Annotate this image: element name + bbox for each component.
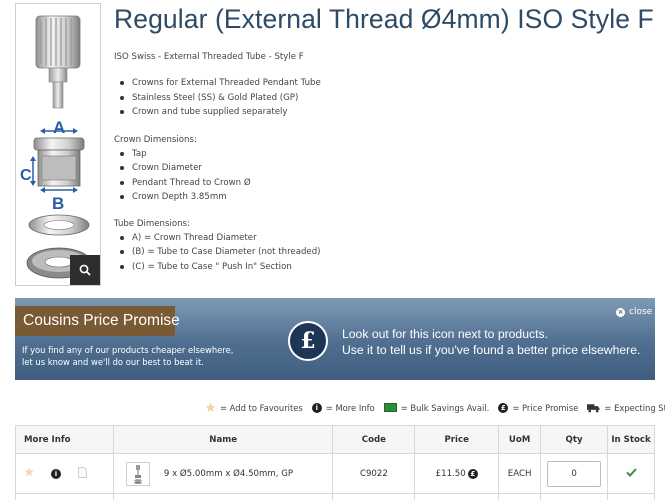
tube-dimension-item: (B) = Tube to Case Diameter (not threade… — [114, 245, 321, 259]
crown-dimensions-list: Tap Crown Diameter Pendant Thread to Cro… — [114, 147, 321, 205]
tube-dimensions-heading: Tube Dimensions: — [114, 218, 190, 229]
price-promise-subtext-line: let us know and we'll do our best to bea… — [22, 357, 204, 367]
star-icon — [205, 402, 216, 413]
legend-bulk-text: = Bulk Savings Avail. — [400, 402, 490, 413]
crown-dimensions-heading: Crown Dimensions: — [114, 134, 197, 145]
product-table: More Info Name Code Price UoM Qty In Sto… — [15, 425, 655, 500]
pound-icon[interactable]: £ — [467, 468, 478, 479]
legend-stock-text: = Expecting Stock — [604, 402, 665, 413]
price-value: £11.50 — [435, 468, 466, 479]
table-row — [15, 493, 655, 500]
label-c: C — [20, 167, 32, 184]
close-label: close — [629, 307, 653, 317]
table-header-row: More Info Name Code Price UoM Qty In Sto… — [15, 425, 655, 454]
column-header-price: Price — [414, 425, 500, 454]
legend-favourites: = Add to Favourites — [205, 402, 303, 413]
legend-bulk: = Bulk Savings Avail. — [383, 402, 490, 413]
feature-item: Crowns for External Threaded Pendant Tub… — [114, 76, 321, 90]
price-promise-subtext: If you find any of our products cheaper … — [22, 344, 233, 368]
price-promise-message-line: Use it to tell us if you've found a bett… — [342, 343, 641, 357]
price-promise-message-line: Look out for this icon next to products. — [342, 327, 548, 341]
page-title: Regular (External Thread Ø4mm) ISO Style… — [114, 4, 654, 34]
code-cell: C9022 — [332, 453, 416, 494]
tube-dimension-item: (C) = Tube to Case " Push In" Section — [114, 260, 321, 274]
tube-dimension-item: A) = Crown Thread Diameter — [114, 231, 321, 245]
crown-illustration: A C B — [20, 15, 92, 279]
price-promise-message: Look out for this icon next to products.… — [342, 326, 640, 358]
column-header-code: Code — [332, 425, 416, 454]
legend-price-promise-text: = Price Promise — [512, 402, 579, 413]
pound-icon: £ — [288, 321, 328, 361]
product-description: ISO Swiss - External Threaded Tube - Sty… — [114, 50, 321, 274]
close-banner-button[interactable]: × close — [616, 307, 652, 317]
zoom-button[interactable] — [70, 255, 100, 285]
in-stock-cell — [607, 453, 655, 494]
more-info-cell: i — [15, 453, 114, 494]
name-cell: 9 x Ø5.00mm x Ø4.50mm, GP — [112, 453, 334, 494]
tube-dimensions-list: A) = Crown Thread Diameter (B) = Tube to… — [114, 231, 321, 274]
uom-cell: EACH — [498, 453, 542, 494]
info-icon: i — [311, 402, 322, 413]
truck-icon — [587, 403, 600, 413]
label-b: B — [52, 194, 64, 213]
product-image: A C B — [15, 3, 101, 286]
product-name[interactable]: 9 x Ø5.00mm x Ø4.50mm, GP — [164, 469, 293, 479]
crown-dimension-item: Crown Depth 3.85mm — [114, 190, 321, 204]
legend-stock: = Expecting Stock — [587, 403, 665, 413]
info-icon[interactable]: i — [51, 468, 61, 479]
feature-list: Crowns for External Threaded Pendant Tub… — [114, 76, 321, 119]
legend-more-info-text: = More Info — [325, 402, 375, 413]
feature-item: Crown and tube supplied separately — [114, 105, 321, 119]
check-icon — [625, 467, 637, 477]
legend-favourites-text: = Add to Favourites — [220, 402, 303, 413]
legend-price-promise: £ = Price Promise — [498, 402, 579, 413]
crown-dimension-item: Pendant Thread to Crown Ø — [114, 176, 321, 190]
crown-dimension-item: Tap — [114, 147, 321, 161]
quantity-input[interactable] — [547, 460, 602, 487]
column-header-uom: UoM — [498, 425, 542, 454]
bulk-savings-icon — [383, 403, 397, 412]
price-promise-subtext-line: If you find any of our products cheaper … — [22, 345, 234, 355]
price-cell: £11.50 £ — [414, 453, 500, 494]
column-header-in-stock: In Stock — [607, 425, 655, 454]
label-a: A — [53, 118, 65, 137]
column-header-name: Name — [112, 425, 334, 454]
table-row: i 9 x Ø5.00mm x Ø4.50mm, GP C9022 £11.50 — [15, 453, 655, 494]
qty-cell — [540, 453, 609, 494]
pound-icon: £ — [498, 402, 509, 413]
favourite-star-icon[interactable] — [24, 467, 34, 480]
column-header-qty: Qty — [540, 425, 609, 454]
product-thumbnail[interactable] — [125, 461, 150, 486]
feature-item: Stainless Steel (SS) & Gold Plated (GP) — [114, 91, 321, 105]
column-header-more-info: More Info — [15, 425, 114, 454]
crown-dimension-item: Crown Diameter — [114, 161, 321, 175]
close-icon: × — [616, 307, 625, 317]
document-icon[interactable] — [78, 466, 87, 481]
product-subtitle: ISO Swiss - External Threaded Tube - Sty… — [114, 52, 304, 62]
search-icon — [79, 264, 91, 276]
price-promise-title: Cousins Price Promise — [15, 306, 180, 336]
legend-more-info: i = More Info — [311, 402, 375, 413]
icon-legend: = Add to Favourites i = More Info = Bulk… — [205, 402, 665, 413]
